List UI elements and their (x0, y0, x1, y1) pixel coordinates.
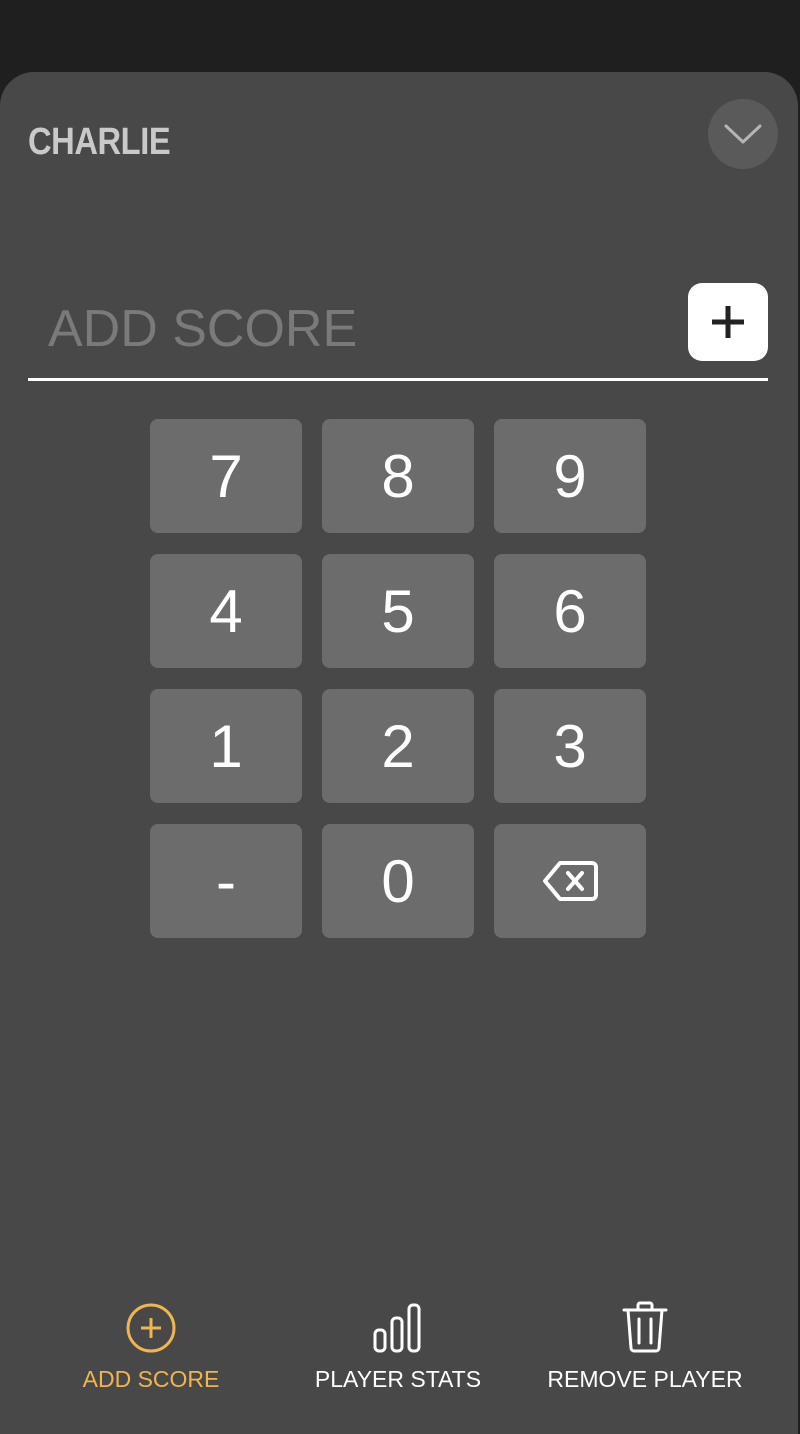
key-3[interactable]: 3 (494, 689, 646, 803)
score-input[interactable] (48, 294, 668, 364)
key-1[interactable]: 1 (150, 689, 302, 803)
trash-icon (622, 1301, 668, 1353)
player-sheet: CHARLIE 7 8 9 4 5 6 1 2 3 - 0 (0, 72, 798, 1434)
backspace-icon (543, 861, 598, 901)
player-name: CHARLIE (28, 121, 171, 163)
collapse-button[interactable] (708, 99, 778, 169)
key-4[interactable]: 4 (150, 554, 302, 668)
nav-player-stats[interactable]: PLAYER STATS (308, 1294, 488, 1393)
number-keypad: 7 8 9 4 5 6 1 2 3 - 0 (150, 419, 646, 938)
bottom-action-bar: ADD SCORE PLAYER STATS REMOVE PLAYER (0, 1294, 798, 1394)
nav-player-stats-label: PLAYER STATS (314, 1366, 482, 1392)
key-backspace[interactable] (494, 824, 646, 938)
key-9[interactable]: 9 (494, 419, 646, 533)
add-score-submit-button[interactable] (688, 283, 768, 361)
plus-icon (712, 306, 744, 338)
key-2[interactable]: 2 (322, 689, 474, 803)
nav-add-score[interactable]: ADD SCORE (76, 1294, 226, 1393)
plus-circle-icon (126, 1303, 176, 1353)
key-5[interactable]: 5 (322, 554, 474, 668)
nav-remove-player-label: REMOVE PLAYER (547, 1366, 743, 1392)
nav-remove-player[interactable]: REMOVE PLAYER (545, 1294, 745, 1393)
key-6[interactable]: 6 (494, 554, 646, 668)
key-8[interactable]: 8 (322, 419, 474, 533)
nav-add-score-label: ADD SCORE (82, 1366, 220, 1392)
chevron-down-icon (724, 124, 762, 144)
bar-chart-icon (373, 1303, 421, 1353)
key-7[interactable]: 7 (150, 419, 302, 533)
score-entry-row (28, 280, 768, 381)
key-minus[interactable]: - (150, 824, 302, 938)
key-0[interactable]: 0 (322, 824, 474, 938)
